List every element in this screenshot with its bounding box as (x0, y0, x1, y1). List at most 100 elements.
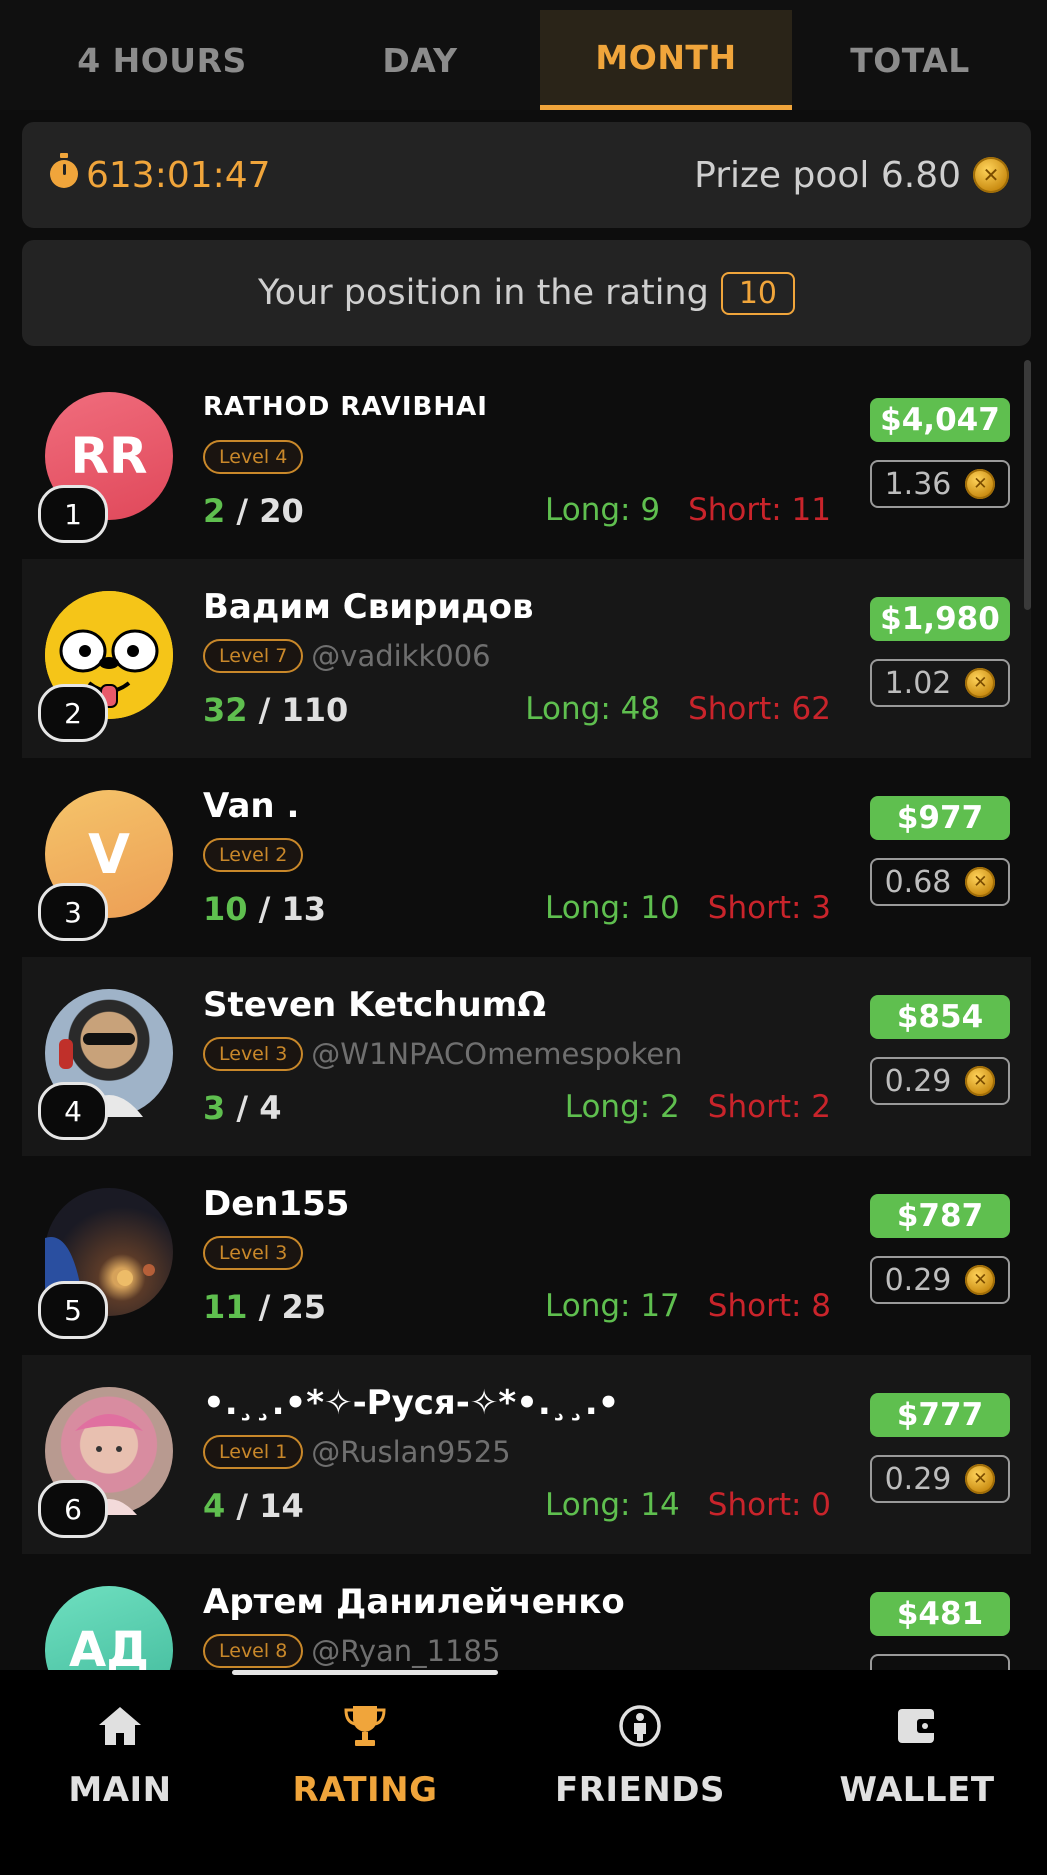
short-count: Short: 2 (707, 1089, 831, 1125)
nav-main-label: MAIN (68, 1770, 172, 1810)
rank-badge: 4 (38, 1082, 108, 1140)
long-count: Long: 2 (564, 1089, 680, 1125)
usd-amount: $854 (870, 995, 1010, 1039)
avatar-initials: АД (69, 1622, 149, 1670)
score: 2 / 20 (203, 492, 304, 530)
level-badge: Level 2 (203, 838, 304, 872)
long-count: Long: 10 (545, 890, 680, 926)
friends-icon (520, 1700, 760, 1752)
nav-wallet[interactable]: WALLET (797, 1700, 1037, 1810)
home-icon (0, 1700, 240, 1752)
avatar-initials: RR (70, 427, 148, 485)
prize-pool: Prize pool 6.80 (694, 122, 1009, 228)
nav-wallet-label: WALLET (839, 1770, 995, 1810)
tab-total[interactable]: TOTAL (800, 10, 1020, 110)
level-badge: Level 8 (203, 1634, 304, 1668)
short-count: Short: 62 (688, 691, 831, 727)
leaderboard-list[interactable]: RR 1 RATHOD RAVIBHAI Level 4 2 / 20 Long… (22, 360, 1031, 1670)
prize-pool-label: Prize pool 6.80 (694, 154, 961, 196)
leaderboard-row[interactable]: 5 Den155 Level 3 11 / 25 Long: 17 Short:… (22, 1156, 1031, 1355)
leaderboard-row[interactable]: 2 Вадим Свиридов Level 7 @vadikk006 32 /… (22, 559, 1031, 758)
score: 10 / 13 (203, 890, 326, 928)
level-badge: Level 1 (203, 1435, 304, 1469)
score-total: / 4 (225, 1089, 282, 1127)
scroll-indicator (232, 1670, 498, 1675)
long-count: Long: 14 (545, 1487, 680, 1523)
player-handle: @Ryan_1185 (311, 1634, 501, 1668)
usd-amount: $787 (870, 1194, 1010, 1238)
token-value: 0.29 (884, 1461, 952, 1497)
nav-main[interactable]: MAIN (0, 1700, 240, 1810)
level-line: Level 1 @Ruslan9525 (203, 1435, 511, 1469)
coin-icon (965, 1066, 996, 1096)
token-amount: 0.68 (870, 858, 1010, 906)
token-value: 1.02 (884, 665, 952, 701)
long-short: Long: 9 Short: 11 (545, 492, 831, 528)
score-total: / 25 (247, 1288, 327, 1326)
player-name: Артем Данилейченко (203, 1582, 625, 1622)
nav-friends[interactable]: FRIENDS (520, 1700, 760, 1810)
level-line: Level 2 (203, 838, 304, 872)
short-count: Short: 11 (688, 492, 831, 528)
long-count: Long: 48 (525, 691, 661, 727)
bottom-nav: MAIN RATING FRIENDS WALLET (0, 1670, 1047, 1875)
scrollbar[interactable] (1024, 360, 1031, 610)
score: 32 / 110 (203, 691, 348, 729)
short-count: Short: 8 (707, 1288, 831, 1324)
leaderboard-row[interactable]: RR 1 RATHOD RAVIBHAI Level 4 2 / 20 Long… (22, 360, 1031, 559)
token-amount: 1.36 (870, 460, 1010, 508)
level-badge: Level 3 (203, 1037, 304, 1071)
avatar: АД (45, 1586, 173, 1670)
stopwatch-icon (48, 152, 80, 198)
token-amount: 0.29 (870, 1057, 1010, 1105)
level-line: Level 4 (203, 440, 304, 474)
usd-amount: $4,047 (870, 398, 1010, 442)
score-wins: 10 (203, 890, 248, 928)
trophy-icon (245, 1700, 485, 1752)
nav-rating[interactable]: RATING (245, 1700, 485, 1810)
score-wins: 3 (203, 1089, 226, 1127)
score-wins: 4 (203, 1487, 226, 1525)
long-short: Long: 17 Short: 8 (545, 1288, 831, 1324)
usd-amount: $481 (870, 1592, 1010, 1636)
level-badge: Level 3 (203, 1236, 304, 1270)
coin-icon (965, 1464, 996, 1494)
tab-4-hours[interactable]: 4 HOURS (52, 10, 272, 110)
score: 4 / 14 (203, 1487, 304, 1525)
player-handle: @vadikk006 (311, 639, 491, 673)
rank-badge: 1 (38, 485, 108, 543)
level-line: Level 3 @W1NPACOmemespoken (203, 1037, 683, 1071)
token-amount (870, 1654, 1010, 1670)
position-badge: 10 (720, 271, 796, 315)
usd-amount: $1,980 (870, 597, 1010, 641)
coin-icon (965, 867, 996, 897)
player-name: Steven KetchumΩ (203, 985, 547, 1025)
long-short: Long: 14 Short: 0 (545, 1487, 831, 1523)
score-wins: 32 (203, 691, 248, 729)
level-badge: Level 4 (203, 440, 304, 474)
player-handle: @Ruslan9525 (311, 1435, 511, 1469)
coin-icon (965, 469, 996, 499)
leaderboard-row[interactable]: V 3 Van . Level 2 10 / 13 Long: 10 Short… (22, 758, 1031, 957)
countdown-value: 613:01:47 (86, 154, 271, 196)
token-value: 0.68 (884, 864, 952, 900)
coin-icon (965, 668, 996, 698)
long-short: Long: 48 Short: 62 (525, 691, 831, 727)
position-label: Your position in the rating (257, 273, 709, 313)
rank-badge: 5 (38, 1281, 108, 1339)
leaderboard-row[interactable]: АД Артем Данилейченко Level 8 @Ryan_1185… (22, 1554, 1031, 1670)
score-total: / 13 (247, 890, 327, 928)
rank-badge: 3 (38, 883, 108, 941)
leaderboard-row[interactable]: 4 Steven KetchumΩ Level 3 @W1NPACOmemesp… (22, 957, 1031, 1156)
player-name: Вадим Свиридов (203, 587, 534, 627)
short-count: Short: 3 (707, 890, 831, 926)
long-count: Long: 9 (545, 492, 661, 528)
leaderboard-row[interactable]: 6 •.¸¸.•*✧-Руся-✧*•.¸¸.• Level 1 @Ruslan… (22, 1355, 1031, 1554)
player-name: RATHOD RAVIBHAI (203, 392, 488, 422)
rank-badge: 6 (38, 1480, 108, 1538)
level-line: Level 8 @Ryan_1185 (203, 1634, 500, 1668)
usd-amount: $777 (870, 1393, 1010, 1437)
tab-day[interactable]: DAY (310, 10, 530, 110)
timer-card: 613:01:47 Prize pool 6.80 (22, 122, 1031, 228)
tab-month[interactable]: MONTH (540, 10, 792, 110)
